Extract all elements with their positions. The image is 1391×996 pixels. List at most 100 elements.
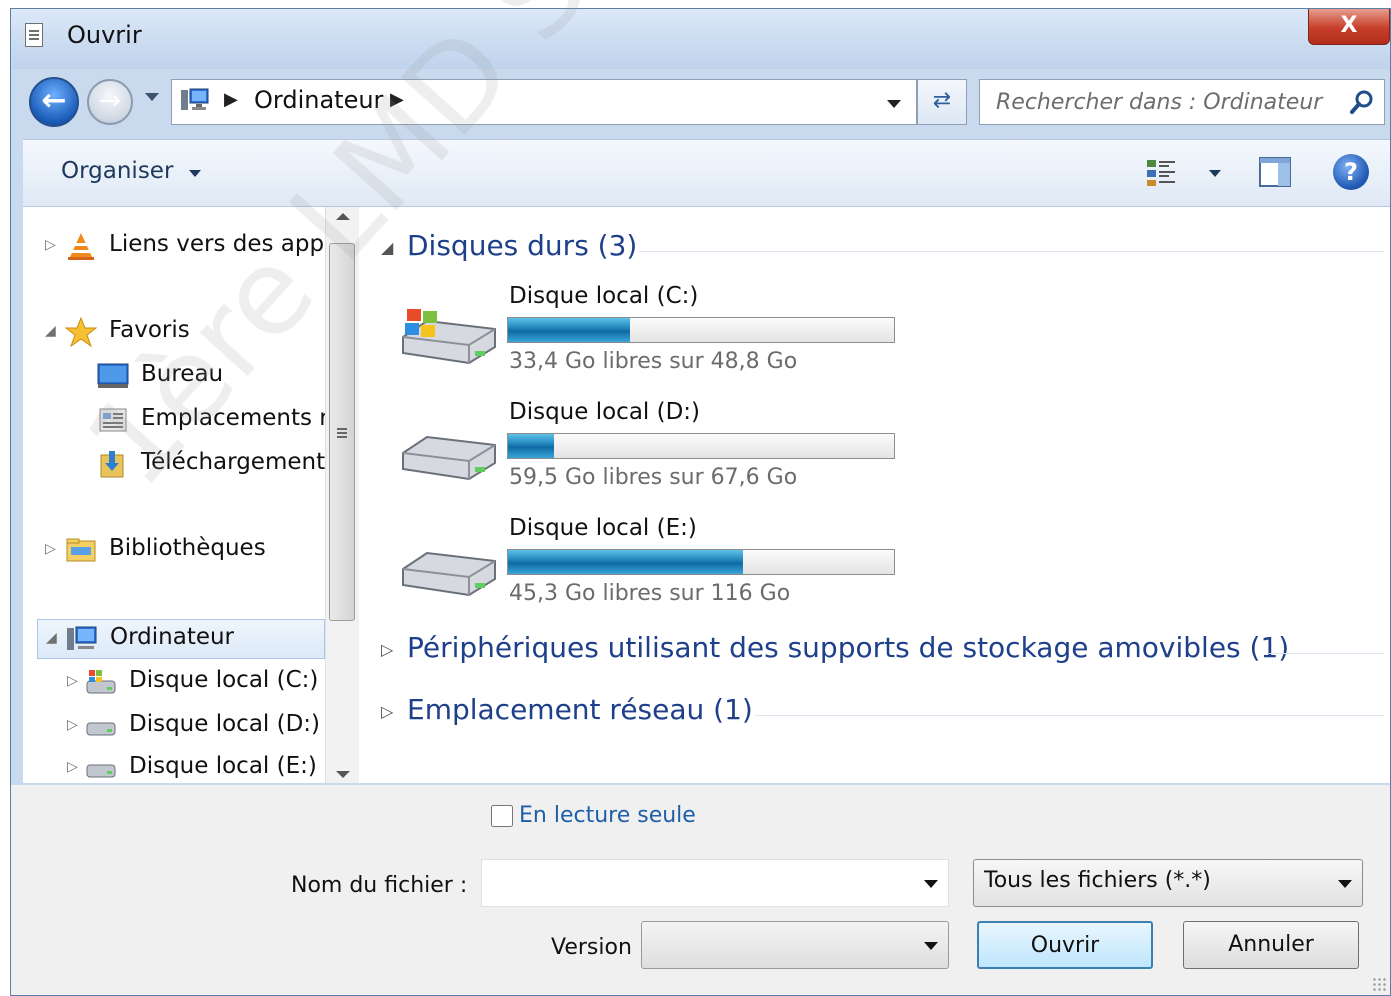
preview-pane-icon[interactable] [1258, 156, 1292, 188]
view-options-dropdown-icon[interactable] [1209, 170, 1221, 177]
vlc-cone-icon [68, 233, 94, 260]
hard-drive-icon [402, 435, 496, 481]
address-dropdown-icon[interactable] [887, 100, 901, 108]
group-label: Disques durs (3) [407, 229, 638, 262]
readonly-option[interactable]: En lecture seule [491, 803, 696, 828]
nav-item-label: Disque local (E:) [129, 753, 317, 779]
breadcrumb-ordinateur[interactable]: Ordinateur [254, 86, 383, 114]
nav-item-desktop[interactable]: Bureau [45, 357, 325, 397]
expand-arrow-icon[interactable]: ▷ [381, 640, 407, 659]
forward-button[interactable]: → [87, 79, 133, 125]
filetype-select[interactable]: Tous les fichiers (*.*) [973, 859, 1363, 907]
collapse-arrow-icon[interactable]: ◢ [46, 630, 57, 646]
version-select[interactable] [641, 921, 949, 969]
breadcrumb-arrow-icon[interactable]: ▶ [390, 89, 404, 110]
version-label: Version [551, 935, 632, 960]
filename-dropdown-icon[interactable] [924, 880, 938, 888]
document-icon [25, 23, 43, 47]
refresh-button[interactable]: ⇄ [917, 79, 967, 125]
group-label: Périphériques utilisant des supports de … [407, 631, 1290, 664]
drive-tile-c[interactable]: Disque local (C:) 33,4 Go libres sur 48,… [397, 279, 957, 389]
filename-combo [481, 859, 949, 907]
back-button[interactable]: ← [29, 77, 79, 127]
libraries-icon [66, 538, 96, 562]
nav-item-computer[interactable]: ◢ Ordinateur [37, 619, 325, 659]
nav-scrollbar[interactable] [325, 207, 360, 783]
file-list-pane: ◢ Disques durs (3) Disque local (C:) 33,4… [359, 207, 1390, 783]
scroll-up-arrow-icon[interactable] [336, 213, 350, 220]
nav-item-links[interactable]: ▷ Liens vers des appl [45, 227, 325, 267]
drive-tile-d[interactable]: Disque local (D:) 59,5 Go libres sur 67,… [397, 395, 957, 505]
expand-arrow-icon[interactable]: ▷ [67, 759, 78, 775]
expand-arrow-icon[interactable]: ▷ [67, 717, 78, 733]
address-bar[interactable]: ▶ Ordinateur ▶ [171, 79, 917, 125]
search-box [979, 79, 1385, 125]
drive-usage-fill [508, 318, 630, 342]
expand-arrow-icon[interactable]: ▷ [67, 673, 78, 689]
collapse-arrow-icon[interactable]: ◢ [381, 238, 407, 257]
search-icon[interactable] [1348, 88, 1376, 116]
nav-item-label: Bibliothèques [109, 535, 266, 561]
nav-item-label: Disque local (D:) [129, 711, 321, 737]
group-divider [1269, 653, 1384, 654]
search-input[interactable] [994, 86, 1328, 118]
filetype-dropdown-icon[interactable] [1338, 880, 1352, 888]
scroll-thumb[interactable] [329, 243, 355, 621]
cancel-button[interactable]: Annuler [1183, 921, 1359, 969]
group-header-removable[interactable]: ▷ Périphériques utilisant des supports de… [381, 631, 1289, 664]
expand-arrow-icon[interactable]: ▷ [45, 541, 56, 557]
breadcrumb-arrow-icon[interactable]: ▶ [224, 89, 238, 110]
change-view-icon[interactable] [1145, 158, 1179, 188]
filename-input[interactable] [490, 868, 914, 900]
nav-item-favorites[interactable]: ◢ Favoris [45, 313, 325, 353]
nav-item-label: Favoris [109, 317, 190, 343]
readonly-checkbox[interactable] [491, 805, 513, 827]
help-icon[interactable]: ? [1333, 154, 1369, 190]
scroll-grip-icon [337, 428, 347, 430]
nav-item-recent-places[interactable]: Emplacements ré [45, 401, 325, 441]
nav-item-drive-d[interactable]: ▷ Disque local (D:) [45, 707, 325, 747]
group-divider [639, 251, 1384, 252]
drive-tile-e[interactable]: Disque local (E:) 45,3 Go libres sur 116… [397, 511, 957, 621]
window-title: Ouvrir [67, 21, 142, 49]
drive-usage-fill [508, 434, 555, 458]
expand-arrow-icon[interactable]: ▷ [381, 702, 407, 721]
hard-drive-icon [86, 764, 116, 778]
scroll-down-arrow-icon[interactable] [336, 771, 350, 778]
recent-pages-dropdown-icon[interactable] [145, 93, 159, 101]
downloads-folder-icon [100, 451, 124, 478]
dialog-footer: En lecture seule Nom du fichier : Tous l… [11, 785, 1390, 995]
computer-icon [181, 88, 209, 110]
nav-item-label: Emplacements ré [141, 405, 325, 431]
system-drive-icon [402, 309, 496, 365]
filetype-value: Tous les fichiers (*.*) [984, 868, 1211, 893]
star-icon [65, 317, 97, 347]
computer-icon [67, 626, 97, 650]
nav-item-drive-c[interactable]: ▷ Disque local (C:) [45, 663, 325, 703]
drive-free-space: 45,3 Go libres sur 116 Go [509, 581, 791, 606]
open-file-dialog: Ouvrir X ← → ▶ Ordinateur ▶ ⇄ Rechercher… [10, 8, 1391, 996]
navigation-pane: ▷ Liens vers des appl ◢ Favoris Bureau E… [23, 207, 325, 783]
resize-grip-icon[interactable] [1372, 977, 1386, 991]
title-bar[interactable]: Ouvrir X [11, 9, 1390, 69]
collapse-arrow-icon[interactable]: ◢ [45, 323, 56, 339]
nav-item-drive-e[interactable]: ▷ Disque local (E:) [45, 749, 325, 783]
nav-item-downloads[interactable]: Téléchargements [45, 445, 325, 485]
filename-label: Nom du fichier : [291, 873, 468, 898]
close-button[interactable]: X [1308, 9, 1390, 45]
organiser-dropdown-icon[interactable] [189, 170, 201, 177]
organiser-button[interactable]: Organiser [61, 158, 173, 184]
recent-places-icon [99, 408, 127, 432]
open-button[interactable]: Ouvrir [977, 921, 1153, 969]
nav-item-libraries[interactable]: ▷ Bibliothèques [45, 531, 325, 571]
group-header-hard-disks[interactable]: ◢ Disques durs (3) [381, 229, 637, 262]
expand-arrow-icon[interactable]: ▷ [45, 237, 56, 253]
hard-drive-icon [402, 551, 496, 597]
hard-drive-icon [86, 722, 116, 736]
version-dropdown-icon[interactable] [924, 942, 938, 950]
drive-name: Disque local (C:) [509, 283, 699, 309]
group-header-network[interactable]: ▷ Emplacement réseau (1) [381, 693, 753, 726]
nav-item-label: Bureau [141, 361, 224, 387]
drive-usage-bar [507, 433, 895, 459]
drive-usage-bar [507, 549, 895, 575]
